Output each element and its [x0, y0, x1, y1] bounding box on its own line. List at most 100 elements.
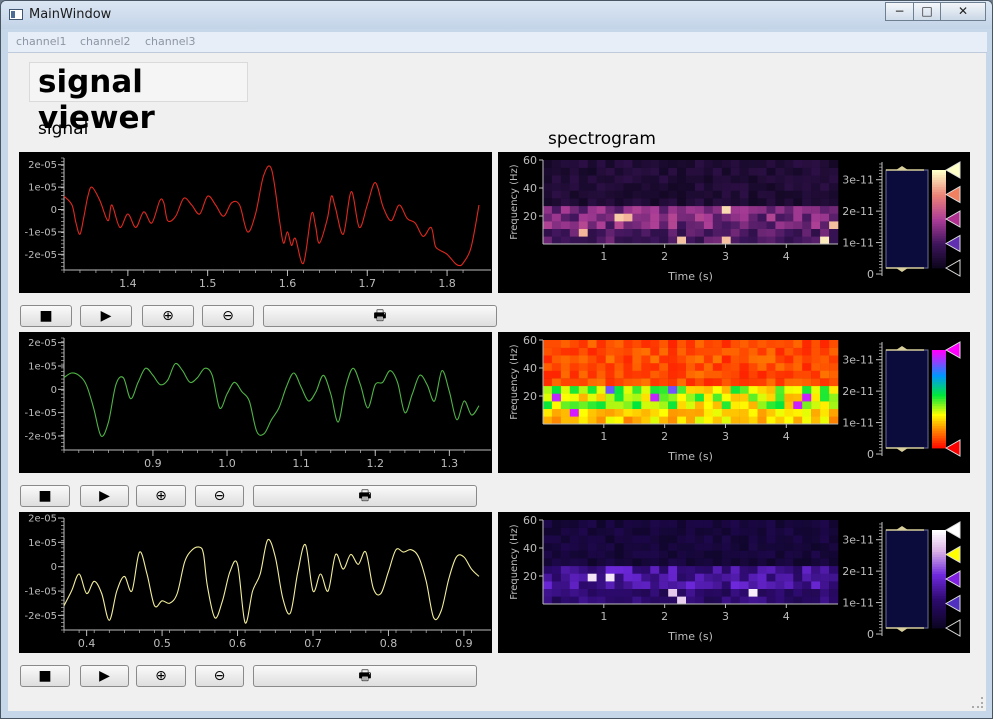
title-bar[interactable]: MainWindow − □ ✕: [1, 1, 992, 29]
spectrogram-cell: [802, 370, 812, 379]
spectrogram-cell: [775, 236, 785, 245]
spectrogram-cell: [596, 393, 606, 402]
zoom-in-button[interactable]: ⊕: [142, 305, 194, 327]
resize-grip[interactable]: [972, 697, 983, 708]
spectrogram-cell: [659, 401, 669, 409]
spectrogram-cell: [632, 182, 642, 191]
spectrogram-cell: [757, 167, 767, 176]
minimize-button[interactable]: −: [885, 2, 914, 21]
menu-channel2[interactable]: channel2: [80, 35, 131, 48]
spectrogram-cell: [551, 416, 562, 425]
zoom-out-button[interactable]: ⊖: [195, 485, 244, 507]
menu-channel3[interactable]: channel3: [145, 35, 196, 48]
spectrogram-cell: [703, 520, 714, 528]
x-tick-label: 1.3: [441, 457, 459, 470]
spectrogram-plot-channel1[interactable]: 20 40 60 1 2 3 4 Time (s) Frequency (Hz) 0 1e-11 2e…: [498, 152, 970, 293]
spectrogram-cell: [659, 527, 669, 536]
spectrogram-cell: [721, 520, 731, 528]
spectrogram-cell: [641, 393, 651, 402]
spectrogram-cell: [802, 573, 812, 582]
spectrogram-cell: [668, 167, 678, 176]
spectrogram-cell: [811, 378, 821, 387]
zoom-in-button[interactable]: ⊕: [136, 665, 186, 687]
close-button[interactable]: ✕: [940, 2, 986, 21]
spectrogram-cell: [811, 542, 821, 551]
spectrogram-cell: [775, 558, 785, 567]
spectrogram-cell: [695, 221, 705, 229]
spectrogram-cell: [730, 236, 740, 245]
spectrogram-cell: [641, 596, 651, 605]
spectrogram-cell: [686, 558, 696, 567]
colorbar-gradient-step: [932, 391, 946, 395]
spectrogram-cell: [784, 355, 794, 364]
spectrogram-cell: [605, 527, 615, 536]
x-tick-label: 3: [722, 250, 729, 263]
spectrogram-cell: [712, 527, 722, 536]
spectrogram-cell: [829, 340, 839, 348]
window-title: MainWindow: [29, 7, 112, 22]
spectrogram-cell: [802, 550, 812, 559]
spectrogram-cell: [784, 416, 794, 425]
spectrogram-cell: [560, 167, 571, 176]
spectrogram-cell: [766, 558, 776, 567]
spectrogram-plot-channel3[interactable]: 20 40 60 1 2 3 4 Time (s) Frequency (Hz) 0 1e-11 2e…: [498, 512, 970, 653]
spectrogram-cell: [677, 228, 687, 237]
spectrogram-cell: [659, 416, 669, 425]
spectrogram-cell: [784, 542, 794, 551]
y-tick-label: 0: [51, 205, 57, 216]
stop-button[interactable]: ■: [20, 485, 70, 507]
colorbar-tick-label: 2e-11: [842, 385, 874, 398]
spectrogram-cell: [811, 362, 821, 371]
spectrogram-cell: [712, 573, 722, 582]
print-button[interactable]: 🖶: [253, 485, 477, 507]
y-tick-label: 0: [51, 385, 57, 396]
spectrogram-cell: [721, 370, 731, 379]
spectrogram-chart: 20 40 60 1 2 3 4 Time (s) Frequency (Hz) 0 1e-11 2e…: [509, 154, 961, 283]
minimize-icon: −: [894, 4, 905, 18]
play-button[interactable]: ▶: [80, 485, 129, 507]
print-button[interactable]: 🖶: [253, 665, 477, 687]
spectrogram-cell: [560, 408, 571, 417]
spectrogram-cell: [775, 573, 785, 582]
spectrogram-cell: [686, 160, 696, 168]
spectrogram-cell: [739, 370, 749, 379]
spectrogram-cell: [775, 221, 785, 229]
zoom-out-button[interactable]: ⊖: [195, 665, 244, 687]
spectrogram-cell: [677, 408, 687, 417]
spectrogram-cell: [543, 378, 553, 387]
spectrogram-cell: [587, 198, 597, 207]
play-button[interactable]: ▶: [80, 305, 132, 327]
signal-plot-channel1[interactable]: 2e-05 1e-05 0 -1e-05 -2e-05 1.4 1.5 1.6 1.7 1.8: [19, 152, 492, 293]
spectrogram-cell: [659, 182, 669, 191]
spectrogram-cell: [739, 416, 749, 425]
x-tick-label: 0.8: [380, 637, 398, 650]
spectrogram-cell: [650, 565, 660, 574]
spectrogram-cell: [757, 340, 767, 348]
stop-button[interactable]: ■: [20, 305, 72, 327]
signal-plot-channel2[interactable]: 2e-05 1e-05 0 -1e-05 -2e-05 0.9 1.0 1.1 1.2 1.3: [19, 332, 492, 473]
maximize-button[interactable]: □: [913, 2, 941, 21]
spectrogram-cell: [560, 221, 571, 229]
spectrogram-cell: [569, 401, 579, 409]
spectrogram-cell: [829, 362, 839, 371]
spectrogram-plot-channel2[interactable]: 20 40 60 1 2 3 4 Time (s) Frequency (Hz) 0 1e-11 2e…: [498, 332, 970, 473]
stop-button[interactable]: ■: [20, 665, 70, 687]
signal-plot-channel3[interactable]: 2e-05 1e-05 0 -1e-05 -2e-05 0.4 0.5 0.6 0.7 0.8 0.…: [19, 512, 492, 653]
print-button[interactable]: 🖶: [263, 305, 497, 327]
spectrogram-cell: [650, 558, 660, 567]
zoom-in-button[interactable]: ⊕: [136, 485, 186, 507]
colorbar-gradient-step: [932, 613, 946, 617]
spectrogram-cell: [802, 527, 812, 536]
menu-channel1[interactable]: channel1: [16, 35, 67, 48]
play-button[interactable]: ▶: [80, 665, 129, 687]
colorbar-gradient-step: [932, 586, 946, 590]
spectrogram-cell: [543, 416, 553, 425]
spectrogram-cell: [614, 167, 624, 176]
zoom-out-button[interactable]: ⊖: [202, 305, 254, 327]
spectrogram-cell: [775, 581, 785, 589]
spectrogram-cell: [766, 221, 776, 229]
colorbar-gradient-step: [932, 228, 946, 232]
spectrogram-cell: [632, 362, 642, 371]
spectrogram-cell: [703, 416, 714, 425]
spectrogram-cell: [686, 182, 696, 191]
